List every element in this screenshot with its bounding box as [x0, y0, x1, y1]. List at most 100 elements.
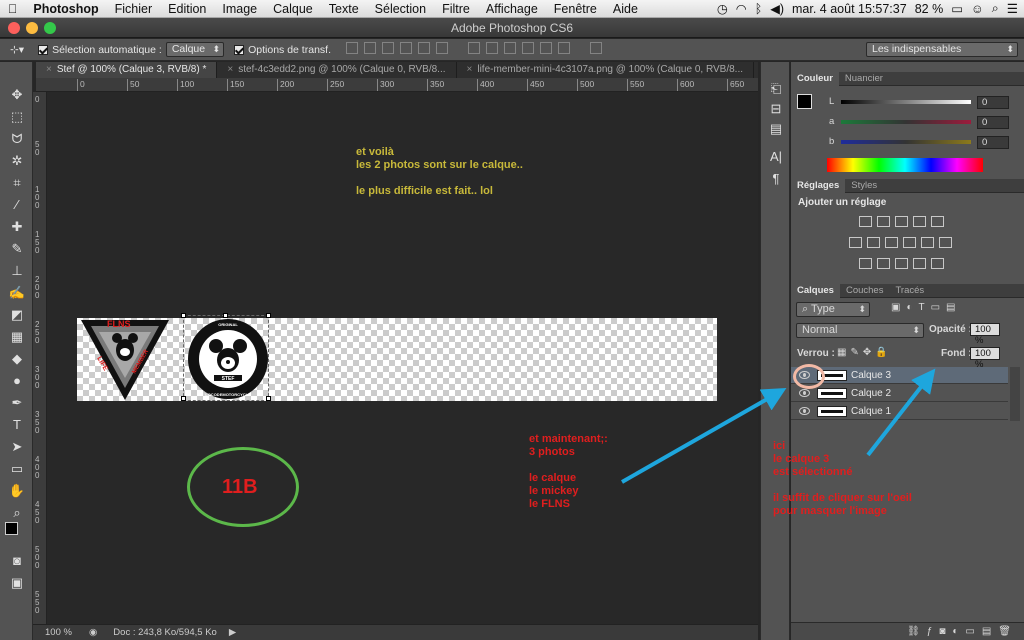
layers-footer-icons[interactable]: ⛓ƒ◙◐▭▤🗑	[791, 622, 1024, 640]
quick-mask-icon[interactable]: ◙	[8, 552, 26, 570]
magic-wand-tool-icon[interactable]: ✲	[8, 152, 26, 170]
selective-color-icon[interactable]	[931, 258, 944, 269]
align-top-icon[interactable]	[346, 42, 358, 54]
transform-handle[interactable]	[181, 396, 186, 401]
color-balance-icon[interactable]	[867, 237, 880, 248]
info-panel-icon[interactable]: ▤	[767, 120, 785, 138]
transform-handle[interactable]	[266, 396, 271, 401]
shape-tool-icon[interactable]: ▭	[8, 460, 26, 478]
gradient-tool-icon[interactable]: ▦	[8, 328, 26, 346]
minimize-window-icon[interactable]	[26, 22, 38, 34]
value-a[interactable]: 0	[977, 116, 1009, 129]
distribute-left-icon[interactable]	[521, 42, 534, 54]
blend-mode-dropdown[interactable]: Normal	[796, 323, 924, 338]
gradient-map-icon[interactable]	[913, 258, 926, 269]
tab-traces[interactable]: Tracés	[889, 284, 930, 298]
menu-image[interactable]: Image	[214, 2, 265, 16]
bluetooth-icon[interactable]: ᛒ	[755, 2, 763, 16]
vibrance-icon[interactable]	[931, 216, 944, 227]
tab-styles[interactable]: Styles	[845, 179, 883, 193]
photo-filter-icon[interactable]	[903, 237, 916, 248]
zoom-level[interactable]: 100 %	[45, 627, 83, 638]
tab-stef-png[interactable]: × stef-4c3edd2.png @ 100% (Calque 0, RVB/…	[217, 62, 457, 78]
volume-icon[interactable]: ◀)	[770, 1, 784, 16]
transform-bounding-box[interactable]	[183, 315, 269, 401]
slider-l[interactable]	[841, 100, 971, 104]
levels-icon[interactable]	[877, 216, 890, 227]
posterize-icon[interactable]	[877, 258, 890, 269]
properties-panel-icon[interactable]: ⊟	[767, 100, 785, 118]
close-tab-icon[interactable]: ×	[227, 64, 233, 75]
distribute-hcenter-icon[interactable]	[539, 42, 552, 54]
lock-icons[interactable]: ▦✎✥🔒	[837, 347, 892, 358]
type-tool-icon[interactable]: T	[8, 416, 26, 434]
hue-saturation-icon[interactable]	[849, 237, 862, 248]
brush-tool-icon[interactable]: ✎	[8, 240, 26, 258]
crop-tool-icon[interactable]: ⌗	[8, 174, 26, 192]
user-icon[interactable]: ☺	[971, 2, 984, 16]
paragraph-panel-icon[interactable]: ¶	[767, 170, 785, 188]
hand-tool-icon[interactable]: ✋	[8, 482, 26, 500]
character-panel-icon[interactable]: A|	[767, 148, 785, 166]
app-menu[interactable]: Photoshop	[25, 2, 106, 16]
close-window-icon[interactable]	[8, 22, 20, 34]
transform-handle[interactable]	[181, 313, 186, 318]
layers-scrollbar[interactable]	[1010, 367, 1020, 421]
menu-texte[interactable]: Texte	[321, 2, 367, 16]
tab-couleur[interactable]: Couleur	[791, 72, 839, 86]
brightness-icon[interactable]	[859, 216, 872, 227]
history-panel-icon[interactable]: ⎗	[767, 80, 785, 98]
menu-filtre[interactable]: Filtre	[434, 2, 478, 16]
align-right-icon[interactable]	[436, 42, 448, 54]
fill-input[interactable]: 100 %	[970, 347, 1000, 370]
lasso-tool-icon[interactable]: ᗢ	[8, 130, 26, 148]
notifications-icon[interactable]: ☰	[1007, 1, 1018, 16]
distribute-vcenter-icon[interactable]	[485, 42, 498, 54]
value-l[interactable]: 0	[977, 96, 1009, 109]
clock[interactable]: mar. 4 août 15:57:37	[792, 2, 907, 16]
close-tab-icon[interactable]: ×	[46, 64, 52, 75]
battery-icon[interactable]: ▭	[951, 1, 963, 16]
distribute-bottom-icon[interactable]	[503, 42, 516, 54]
path-selection-tool-icon[interactable]: ➤	[8, 438, 26, 456]
status-menu-icon[interactable]: ◉	[89, 627, 97, 638]
status-arrow-icon[interactable]: ▶	[229, 627, 236, 638]
curves-icon[interactable]	[895, 216, 908, 227]
distribute-right-icon[interactable]	[557, 42, 570, 54]
blur-tool-icon[interactable]: ◆	[8, 350, 26, 368]
zoom-tool-icon[interactable]: ⌕	[8, 504, 26, 522]
auto-align-icon[interactable]	[589, 42, 602, 54]
opacity-input[interactable]: 100 %	[970, 323, 1000, 346]
color-fg-swatch[interactable]	[797, 94, 812, 109]
slider-b[interactable]	[841, 140, 971, 144]
color-lookup-icon[interactable]	[939, 237, 952, 248]
color-spectrum[interactable]	[827, 158, 983, 172]
align-vcenter-icon[interactable]	[364, 42, 376, 54]
exposure-icon[interactable]	[913, 216, 926, 227]
tab-nuancier[interactable]: Nuancier	[839, 72, 889, 86]
align-left-icon[interactable]	[400, 42, 412, 54]
menu-edition[interactable]: Edition	[160, 2, 214, 16]
menu-affichage[interactable]: Affichage	[478, 2, 546, 16]
menu-selection[interactable]: Sélection	[367, 2, 434, 16]
pen-tool-icon[interactable]: ✒	[8, 394, 26, 412]
menu-calque[interactable]: Calque	[265, 2, 321, 16]
move-tool-preset-icon[interactable]: ⊹▾	[10, 44, 24, 56]
workspace-dropdown[interactable]: Les indispensables	[866, 42, 1018, 57]
value-b[interactable]: 0	[977, 136, 1009, 149]
close-tab-icon[interactable]: ×	[467, 64, 473, 75]
apple-icon[interactable]: 	[0, 2, 25, 16]
move-tool-icon[interactable]: ✥	[8, 86, 26, 104]
invert-icon[interactable]	[859, 258, 872, 269]
layer-row-calque-2[interactable]: Calque 2	[791, 385, 1008, 402]
spotlight-icon[interactable]: ⌕	[992, 1, 999, 16]
eye-icon[interactable]	[799, 389, 810, 397]
healing-brush-tool-icon[interactable]: ✚	[8, 218, 26, 236]
menu-fichier[interactable]: Fichier	[107, 2, 161, 16]
time-machine-icon[interactable]: ◷	[717, 1, 728, 16]
layer-row-calque-1[interactable]: Calque 1	[791, 403, 1008, 420]
align-bottom-icon[interactable]	[382, 42, 394, 54]
transform-handle[interactable]	[223, 313, 228, 318]
screen-mode-icon[interactable]: ▣	[8, 574, 26, 592]
eraser-tool-icon[interactable]: ◩	[8, 306, 26, 324]
